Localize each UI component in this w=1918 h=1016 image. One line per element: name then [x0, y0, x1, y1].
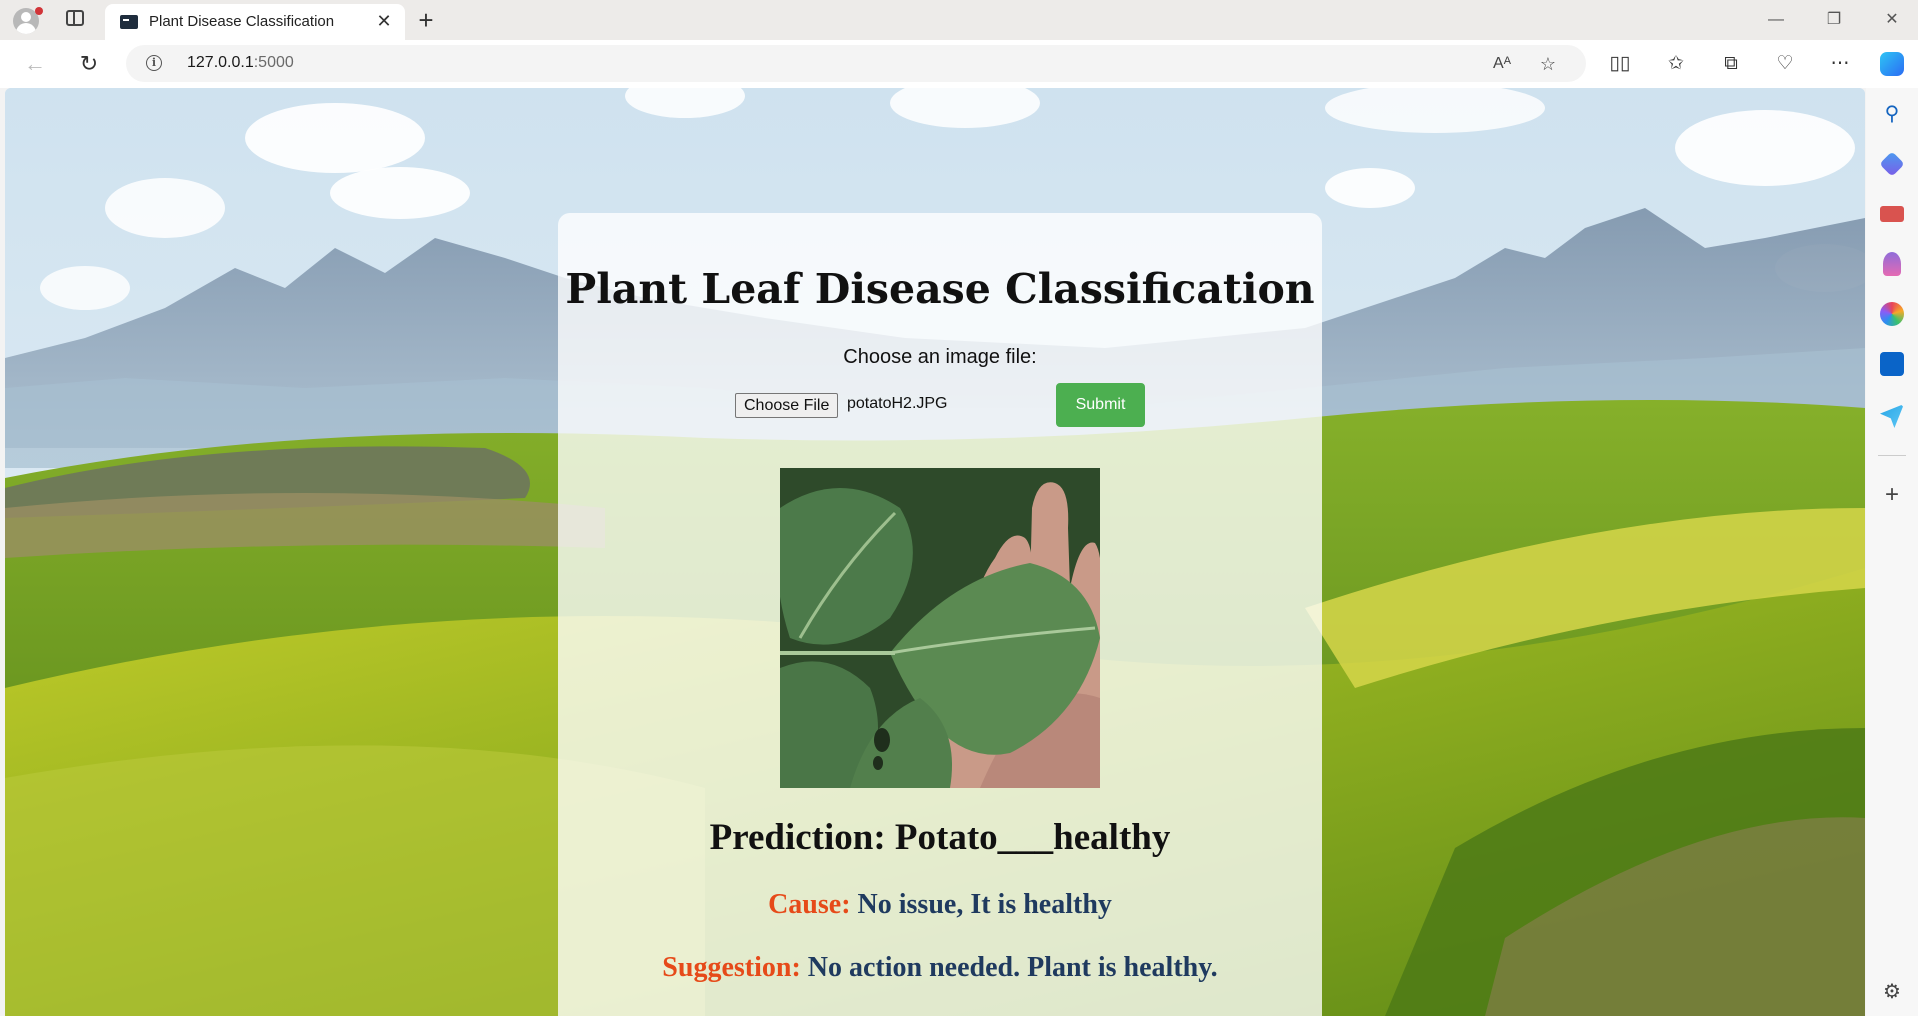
cause-line: Cause: No issue, It is healthy	[558, 889, 1322, 921]
submit-button[interactable]: Submit	[1056, 383, 1145, 427]
read-aloud-icon[interactable]: Aᴬ	[1490, 52, 1514, 76]
shopping-icon[interactable]	[1879, 151, 1905, 177]
choose-file-button[interactable]: Choose File	[735, 393, 839, 418]
back-icon[interactable]: ←	[20, 49, 50, 79]
page-title: Plant Leaf Disease Classification	[565, 265, 1315, 313]
search-icon[interactable]: ⚲	[1880, 102, 1904, 126]
suggestion-value: No action needed. Plant is healthy.	[807, 952, 1218, 983]
prediction-text: Prediction: Potato___healthy	[709, 817, 1171, 858]
settings-icon[interactable]: ⚙	[1880, 980, 1904, 1004]
more-icon[interactable]: ⋯	[1827, 51, 1853, 77]
cause-value: No issue, It is healthy	[857, 889, 1112, 920]
address-bar[interactable]: i 127.0.0.1:5000 Aᴬ ☆	[126, 45, 1586, 82]
edge-sidebar: ⚲ + ⚙	[1866, 88, 1918, 1016]
sidebar-divider	[1878, 455, 1906, 456]
minimize-icon[interactable]: —	[1756, 6, 1796, 34]
selected-file-name: potatoH2.JPG	[847, 395, 948, 412]
refresh-icon[interactable]: ↻	[74, 49, 104, 79]
choose-file-label: Choose an image file:	[843, 346, 1037, 368]
favorite-icon[interactable]: ☆	[1536, 52, 1560, 76]
suggestion-line: Suggestion: No action needed. Plant is h…	[558, 952, 1322, 984]
favorites-icon[interactable]: ✩	[1663, 51, 1689, 77]
tools-icon[interactable]	[1880, 206, 1904, 222]
terminal-favicon-icon	[120, 15, 138, 29]
add-icon[interactable]: +	[1880, 483, 1904, 507]
notification-dot	[35, 7, 43, 15]
outlook-icon[interactable]	[1880, 352, 1904, 376]
performance-icon[interactable]: ♡	[1772, 51, 1798, 77]
browser-tab[interactable]: Plant Disease Classification ✕	[105, 4, 405, 40]
classification-card: Plant Leaf Disease Classification Choose…	[558, 213, 1322, 1016]
collections-icon[interactable]: ⧉	[1718, 51, 1744, 77]
new-tab-icon[interactable]: +	[412, 6, 440, 34]
tab-title: Plant Disease Classification	[149, 13, 335, 30]
split-screen-icon[interactable]: ▯▯	[1607, 51, 1633, 77]
window-close-icon[interactable]: ✕	[1872, 6, 1912, 34]
address-url[interactable]: 127.0.0.1:5000	[187, 54, 294, 72]
tab-actions-icon[interactable]	[66, 10, 84, 26]
cause-label: Cause:	[768, 889, 851, 920]
send-icon[interactable]	[1880, 404, 1904, 428]
suggestion-label: Suggestion:	[662, 952, 801, 983]
info-icon[interactable]: i	[146, 55, 162, 71]
browser-toolbar: ← ↻ i 127.0.0.1:5000 Aᴬ ☆ ▯▯ ✩ ⧉ ♡ ⋯	[0, 40, 1918, 88]
uploaded-leaf-image	[780, 468, 1100, 788]
page-viewport: Plant Leaf Disease Classification Choose…	[5, 88, 1865, 1016]
close-icon[interactable]: ✕	[373, 10, 395, 32]
office-icon[interactable]	[1880, 302, 1904, 326]
copilot-icon[interactable]	[1880, 52, 1904, 76]
restore-icon[interactable]: ❐	[1814, 6, 1854, 34]
games-icon[interactable]	[1883, 252, 1901, 276]
tab-strip: Plant Disease Classification ✕ + — ❐ ✕	[0, 0, 1918, 40]
